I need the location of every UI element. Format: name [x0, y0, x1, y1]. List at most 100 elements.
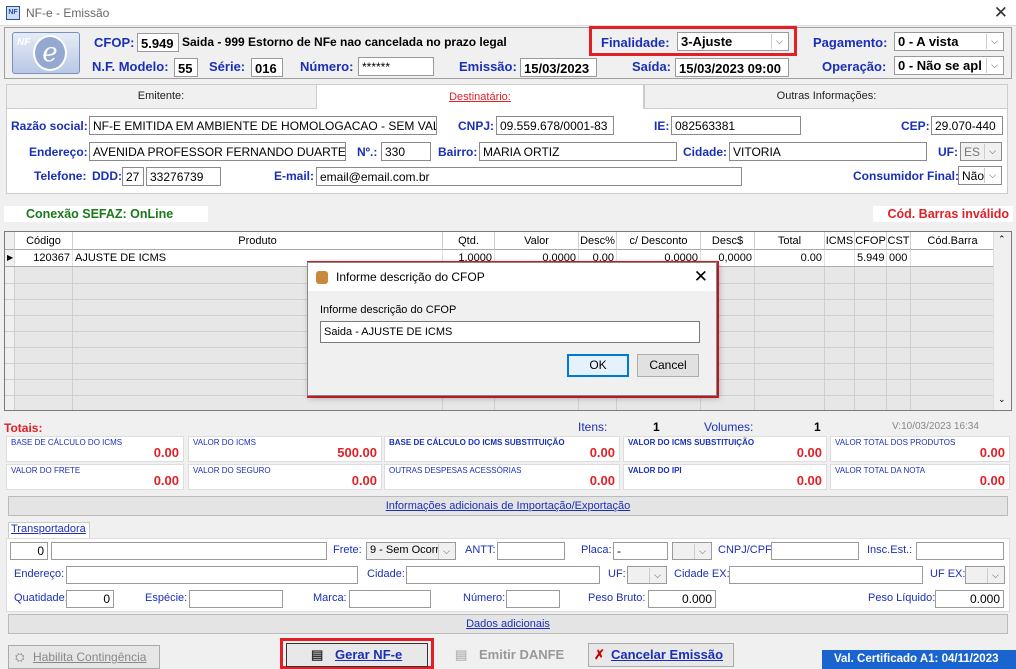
- consumidor-select[interactable]: Não ⌵: [958, 166, 1002, 185]
- grid-header-codbarra[interactable]: Cód.Barra: [911, 232, 995, 250]
- transportadora-nome[interactable]: [51, 542, 327, 560]
- uf-select[interactable]: ES ⌵: [960, 142, 1002, 161]
- placa-input[interactable]: -: [613, 542, 668, 560]
- transp-uf-select[interactable]: ⌵: [627, 566, 667, 584]
- serie-input[interactable]: 016: [251, 58, 283, 77]
- chevron-down-icon[interactable]: ⌵: [984, 168, 1000, 183]
- tab-destinatario[interactable]: Destinatário:: [316, 84, 644, 109]
- chevron-down-icon[interactable]: ⌵: [984, 144, 1000, 159]
- ddd-input[interactable]: 27: [122, 167, 144, 186]
- cancel-button[interactable]: Cancel: [637, 354, 699, 377]
- total-outras-despesas: OUTRAS DESPESAS ACESSÓRIAS 0.00: [384, 464, 620, 490]
- cnpj-cpf-input[interactable]: [771, 542, 859, 560]
- gerar-nfe-button[interactable]: ▤ Gerar NF-e: [286, 643, 428, 667]
- grid-header-qtd[interactable]: Qtd.: [443, 232, 495, 250]
- saida-input[interactable]: 15/03/2023 09:00: [675, 58, 789, 77]
- chevron-down-icon[interactable]: ⌵: [987, 568, 1003, 583]
- bairro-input[interactable]: MARIA ORTIZ: [479, 142, 677, 161]
- grid-header-valor[interactable]: Valor: [495, 232, 579, 250]
- tab-outras-informacoes[interactable]: Outras Informações:: [644, 84, 1008, 109]
- finalidade-select[interactable]: 3-Ajuste ⌵: [677, 32, 789, 51]
- chevron-down-icon[interactable]: ⌵: [771, 34, 787, 49]
- grid-header-descpct[interactable]: Desc%: [579, 232, 617, 250]
- total-value: 0.00: [796, 445, 822, 460]
- cancelar-emissao-button[interactable]: ✗ Cancelar Emissão: [588, 643, 734, 667]
- grid-cell-codbarra[interactable]: [911, 250, 995, 266]
- grid-scrollbar[interactable]: ⌃ ⌄: [993, 232, 1011, 410]
- grid-header-cfop[interactable]: CFOP: [855, 232, 887, 250]
- cep-input[interactable]: 29.070-440: [931, 116, 1003, 135]
- transp-endereco-input[interactable]: [66, 566, 358, 584]
- grid-cell-codigo[interactable]: 120367: [15, 250, 73, 266]
- dados-adicionais-button[interactable]: Dados adicionais: [8, 614, 1008, 634]
- finalidade-label: Finalidade:: [601, 35, 670, 50]
- grid-cell-cst[interactable]: 000: [887, 250, 911, 266]
- grid-cell-icms[interactable]: [825, 250, 855, 266]
- totais-label: Totais:: [4, 421, 43, 435]
- info-import-export-button[interactable]: Informações adicionais de Importação/Exp…: [8, 496, 1008, 516]
- cfop-input[interactable]: 5.949: [137, 33, 179, 52]
- peso-liquido-input[interactable]: 0.000: [935, 590, 1004, 608]
- ok-button[interactable]: OK: [567, 354, 629, 377]
- consumidor-value: Não: [962, 169, 985, 183]
- saida-label: Saída:: [632, 59, 672, 74]
- chevron-down-icon[interactable]: ⌵: [649, 568, 665, 583]
- insc-est-input[interactable]: [916, 542, 1004, 560]
- grid-header-produto[interactable]: Produto: [73, 232, 443, 250]
- telefone-input[interactable]: 33276739: [146, 167, 221, 186]
- tab-emitente[interactable]: Emitente:: [6, 84, 316, 109]
- total-value: 0.00: [979, 445, 1005, 460]
- quantidade-input[interactable]: 0: [66, 590, 114, 608]
- transportadora-codigo[interactable]: 0: [10, 542, 48, 560]
- cidade-input[interactable]: VITORIA: [729, 142, 927, 161]
- marca-label: Marca:: [313, 592, 347, 604]
- chevron-down-icon[interactable]: ⌵: [986, 34, 1002, 49]
- ie-input[interactable]: 082563381: [671, 116, 801, 135]
- antt-input[interactable]: [497, 542, 565, 560]
- chevron-down-icon[interactable]: ⌵: [694, 544, 710, 559]
- chevron-down-icon[interactable]: ⌵: [986, 58, 1002, 73]
- tab-transportadora[interactable]: Transportadora: [8, 522, 90, 539]
- endereco-input[interactable]: AVENIDA PROFESSOR FERNANDO DUARTE: [89, 142, 346, 161]
- quantidade-label: Quatidade:: [14, 592, 68, 604]
- operacao-label: Operação:: [822, 59, 887, 74]
- modelo-input[interactable]: 55: [174, 58, 198, 77]
- cnpj-input[interactable]: 09.559.678/0001-83: [496, 116, 614, 135]
- row-pointer-icon: ▶: [5, 250, 15, 266]
- cfop-description-input[interactable]: Saida - AJUSTE DE ICMS: [320, 321, 700, 343]
- close-icon[interactable]: ✕: [994, 3, 1008, 23]
- scroll-down-icon[interactable]: ⌄: [998, 394, 1006, 405]
- grid-header-descval[interactable]: Desc$: [701, 232, 755, 250]
- operacao-select[interactable]: 0 - Não se apl ⌵: [894, 56, 1004, 75]
- frete-select[interactable]: 9 - Sem Ocorr ⌵: [366, 542, 456, 560]
- grid-header-total[interactable]: Total: [755, 232, 825, 250]
- grid-cell-total[interactable]: 0.00: [755, 250, 825, 266]
- numero-input[interactable]: ******: [358, 57, 434, 76]
- grid-cell-cfop[interactable]: 5.949: [855, 250, 887, 266]
- grid-header-cdesconto[interactable]: c/ Desconto: [617, 232, 701, 250]
- cidade-ex-input[interactable]: [729, 566, 923, 584]
- placa-uf-select[interactable]: ⌵: [672, 542, 712, 560]
- numero-volume-input[interactable]: [506, 590, 560, 608]
- emissao-input[interactable]: 15/03/2023: [520, 58, 597, 77]
- transp-cidade-input[interactable]: [406, 566, 600, 584]
- peso-bruto-input[interactable]: 0.000: [648, 590, 716, 608]
- transp-endereco-label: Endereço:: [14, 568, 65, 580]
- emitir-danfe-label: Emitir DANFE: [479, 647, 565, 662]
- pagamento-select[interactable]: 0 - A vista ⌵: [894, 32, 1004, 51]
- uf-ex-select[interactable]: ⌵: [965, 566, 1005, 584]
- chevron-down-icon[interactable]: ⌵: [438, 544, 454, 559]
- especie-label: Espécie:: [145, 592, 188, 604]
- pagamento-label: Pagamento:: [813, 35, 888, 50]
- razao-input[interactable]: NF-E EMITIDA EM AMBIENTE DE HOMOLOGACAO …: [89, 116, 437, 135]
- scroll-up-icon[interactable]: ⌃: [998, 234, 1006, 245]
- grid-header-cst[interactable]: CST: [887, 232, 911, 250]
- especie-input[interactable]: [189, 590, 283, 608]
- close-icon[interactable]: ✕: [694, 267, 708, 287]
- grid-header-codigo[interactable]: Código: [15, 232, 73, 250]
- numero-input[interactable]: 330: [381, 142, 431, 161]
- grid-header-icms[interactable]: ICMS: [825, 232, 855, 250]
- uf-label: UF:: [938, 145, 958, 159]
- marca-input[interactable]: [349, 590, 431, 608]
- email-input[interactable]: email@email.com.br: [316, 167, 742, 186]
